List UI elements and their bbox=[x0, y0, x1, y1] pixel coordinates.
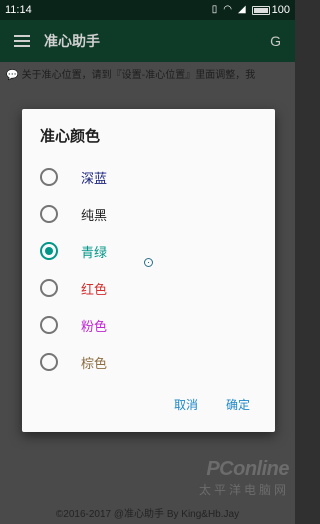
option-label: 红色 bbox=[81, 282, 108, 298]
footer-copyright: ©2016-2017 @准心助手 By King&Hb.Jay bbox=[55, 509, 240, 520]
signal-icon: ◢ bbox=[237, 4, 246, 15]
color-option-pink[interactable]: 粉色 bbox=[40, 310, 260, 340]
color-option-dark-blue[interactable]: 深蓝 bbox=[40, 162, 260, 192]
radio-button[interactable] bbox=[40, 279, 58, 297]
crosshair-icon bbox=[144, 258, 153, 267]
app-bar: 准心助手 G bbox=[0, 20, 295, 62]
status-time: 11:14 bbox=[5, 4, 32, 16]
app-bar-action-button[interactable]: G bbox=[270, 33, 281, 49]
option-label: 深蓝 bbox=[81, 171, 108, 187]
status-icons: ▯ ◠ ◢ 100 bbox=[212, 4, 290, 16]
radio-button[interactable] bbox=[40, 353, 58, 371]
option-label: 棕色 bbox=[81, 356, 108, 372]
radio-button[interactable] bbox=[40, 205, 58, 223]
app-title: 准心助手 bbox=[44, 34, 100, 50]
status-bar: 11:14 ▯ ◠ ◢ 100 bbox=[0, 0, 295, 20]
watermark: PConline 太平洋电脑网 bbox=[198, 458, 290, 498]
color-option-brown[interactable]: 棕色 bbox=[40, 347, 260, 377]
watermark-subtitle: 太平洋电脑网 bbox=[198, 483, 289, 497]
ok-button[interactable]: 确定 bbox=[226, 396, 250, 413]
notice-text: 💬 关于准心位置，请到『设置-准心位置』里面调整，我 bbox=[6, 70, 256, 81]
wifi-icon: ◠ bbox=[223, 4, 232, 15]
battery-level: 100 bbox=[271, 4, 290, 16]
option-label: 粉色 bbox=[81, 319, 108, 335]
option-label: 纯黑 bbox=[81, 208, 108, 224]
color-option-black[interactable]: 纯黑 bbox=[40, 199, 260, 229]
menu-icon[interactable] bbox=[14, 35, 30, 47]
radio-button[interactable] bbox=[40, 316, 58, 334]
option-label: 青绿 bbox=[81, 245, 108, 261]
radio-button[interactable] bbox=[40, 168, 58, 186]
watermark-logo: PConline bbox=[206, 458, 289, 480]
vibrate-icon: ▯ bbox=[211, 4, 218, 15]
cancel-button[interactable]: 取消 bbox=[174, 396, 198, 413]
battery-icon bbox=[251, 5, 270, 15]
crosshair-color-dialog: 准心颜色 深蓝 纯黑 青绿 红色 粉色 棕色 取消 确定 bbox=[22, 109, 275, 432]
radio-button[interactable] bbox=[40, 242, 58, 260]
dialog-title: 准心颜色 bbox=[40, 127, 101, 145]
battery-indicator: 100 bbox=[251, 4, 290, 16]
color-option-red[interactable]: 红色 bbox=[40, 273, 260, 303]
